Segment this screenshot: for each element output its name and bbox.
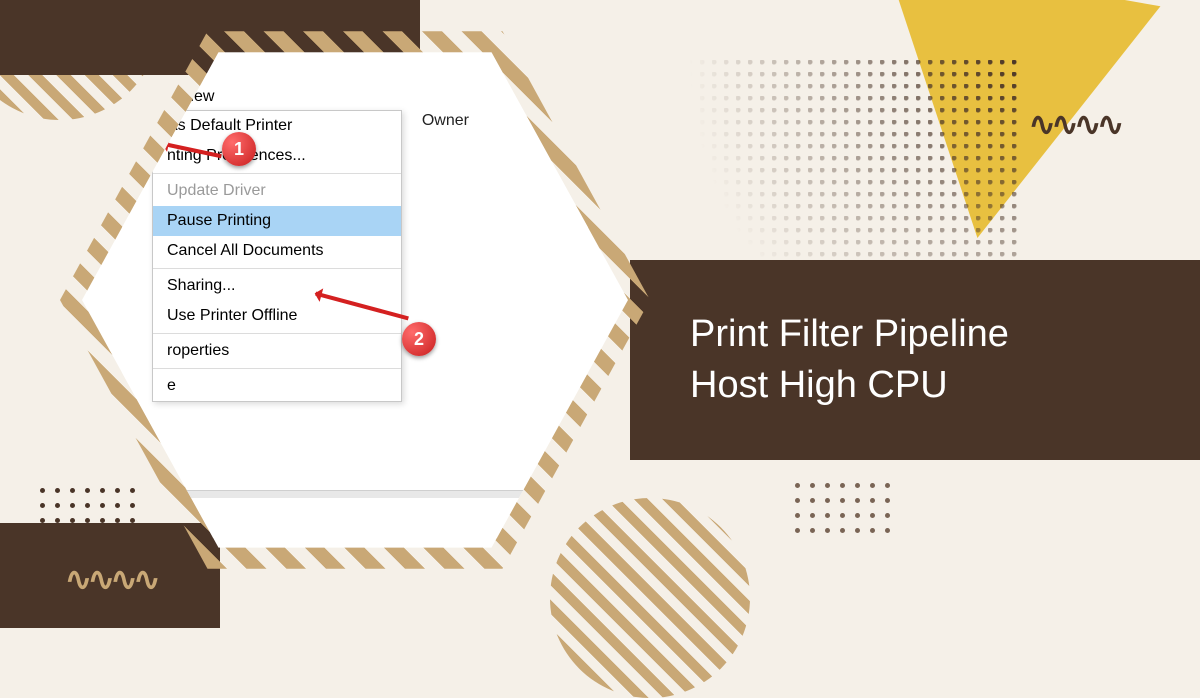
- menu-pause-printing[interactable]: Pause Printing: [153, 206, 401, 236]
- headline-panel: Print Filter Pipeline Host High CPU: [630, 260, 1200, 460]
- hexagon-frame: t to PDF ment View Status Owner As Defau…: [60, 20, 650, 580]
- dot-grid-right: [795, 483, 890, 533]
- printer-window: t to PDF ment View Status Owner As Defau…: [122, 52, 588, 538]
- menu-separator: [153, 368, 401, 369]
- col-owner[interactable]: Owner: [422, 112, 469, 130]
- menu-update-driver: Update Driver: [153, 176, 401, 206]
- menu-preferences[interactable]: nting Preferences...: [153, 141, 401, 171]
- menu-document[interactable]: ment: [126, 88, 162, 105]
- headline-line1: Print Filter Pipeline: [690, 309, 1009, 360]
- menu-separator: [153, 173, 401, 174]
- menu-separator: [153, 268, 401, 269]
- headline-text: Print Filter Pipeline Host High CPU: [690, 309, 1009, 412]
- menu-close[interactable]: e: [153, 371, 401, 401]
- callout-badge-2: 2: [402, 322, 436, 356]
- window-statusbar: [122, 490, 588, 498]
- menu-cancel-all[interactable]: Cancel All Documents: [153, 236, 401, 266]
- zigzag-top-right: ∿∿∿∿: [1029, 105, 1120, 143]
- callout-badge-1: 1: [222, 132, 256, 166]
- headline-line2: Host High CPU: [690, 360, 1009, 411]
- menu-properties[interactable]: roperties: [153, 336, 401, 366]
- context-menu: As Default Printer nting Preferences... …: [152, 110, 402, 402]
- menu-sharing[interactable]: Sharing...: [153, 271, 401, 301]
- menu-separator: [153, 333, 401, 334]
- menu-set-default[interactable]: As Default Printer: [153, 111, 401, 141]
- ring-icon: [1106, 554, 1150, 598]
